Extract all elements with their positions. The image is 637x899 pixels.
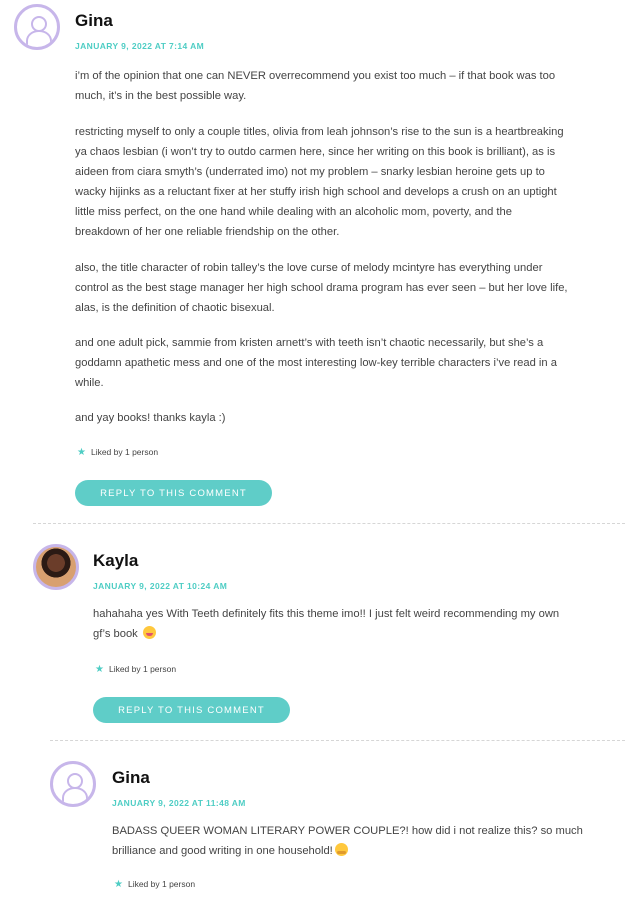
star-icon: ★ — [114, 879, 123, 890]
liked-by-label[interactable]: ★ Liked by 1 person — [114, 879, 195, 890]
comment-author[interactable]: Gina — [112, 768, 150, 788]
comment-gina-2: Gina JANUARY 9, 2022 AT 11:48 AM BADASS … — [0, 0, 637, 899]
liked-by-text: Liked by 1 person — [127, 879, 196, 889]
comment-text-line: BADASS QUEER WOMAN LITERARY POWER COUPLE… — [112, 825, 583, 837]
default-avatar-icon[interactable] — [50, 761, 96, 807]
comment-date-link[interactable]: JANUARY 9, 2022 AT 11:48 AM — [112, 798, 246, 808]
comment-text-line: brilliance and good writing in one house… — [112, 841, 348, 861]
comment-text: brilliance and good writing in one house… — [112, 845, 333, 857]
hugging-face-emoji — [334, 843, 348, 856]
